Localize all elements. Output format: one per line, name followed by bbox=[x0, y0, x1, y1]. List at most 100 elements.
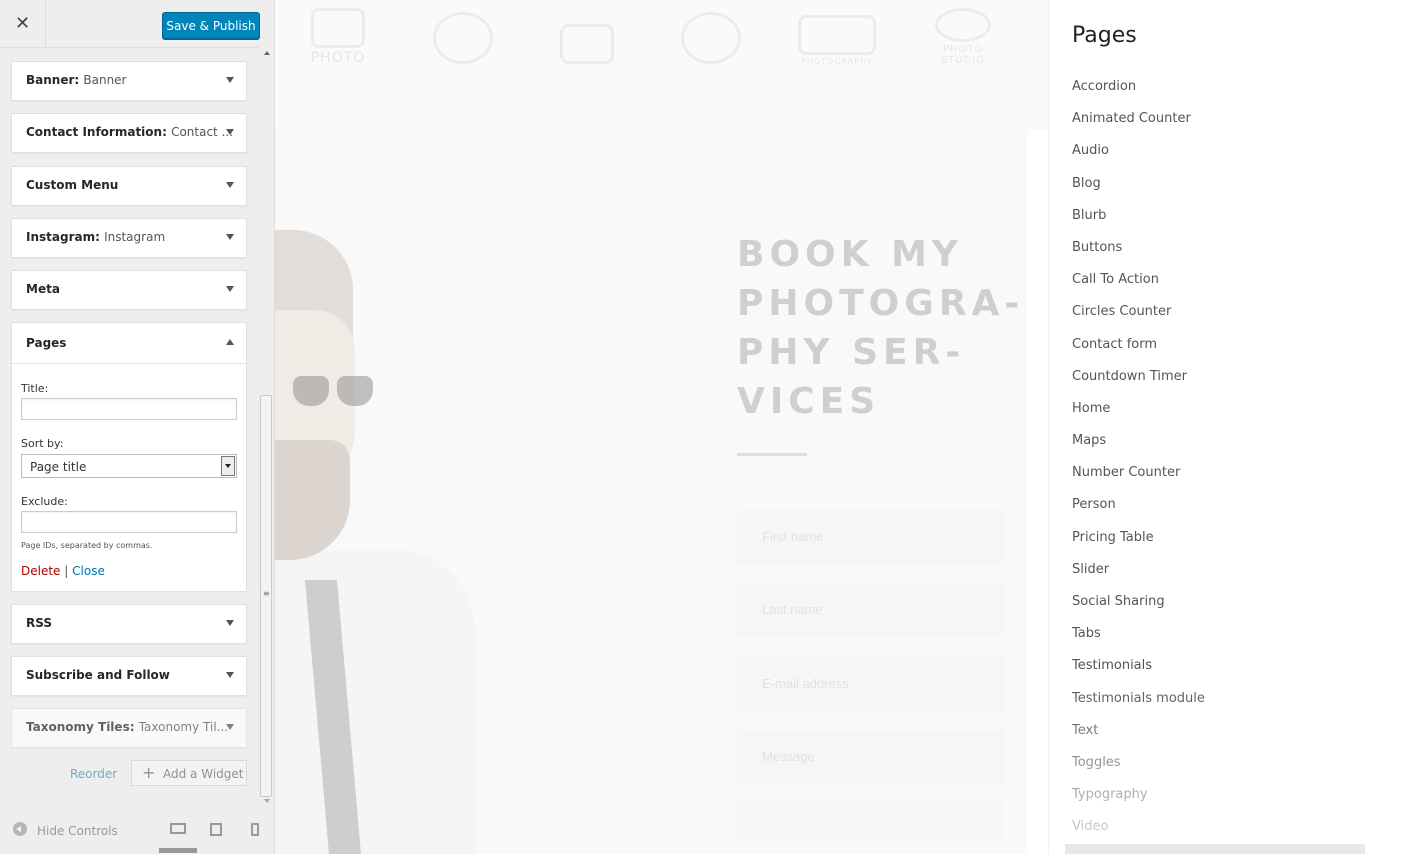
widget-name: Taxonomy Tiles bbox=[26, 720, 130, 734]
page-link[interactable]: Tabs bbox=[1072, 626, 1205, 658]
page-link[interactable]: Blog bbox=[1072, 176, 1205, 208]
page-link[interactable]: Toggles bbox=[1072, 755, 1205, 787]
widget-pages-header[interactable]: Pages bbox=[12, 323, 246, 364]
chevron-down-icon[interactable] bbox=[226, 234, 234, 240]
page-link[interactable]: Testimonials module bbox=[1072, 691, 1205, 723]
page-link[interactable]: Testimonials bbox=[1072, 658, 1205, 690]
scroll-up-arrow-icon[interactable] bbox=[264, 51, 270, 55]
client-logo: PHOTOGRAPHY bbox=[797, 0, 877, 66]
chevron-down-icon[interactable] bbox=[226, 724, 234, 730]
close-link[interactable]: Close bbox=[72, 564, 105, 578]
page-link[interactable]: Countdown Timer bbox=[1072, 369, 1205, 401]
page-link[interactable]: Call To Action bbox=[1072, 272, 1205, 304]
collapse-arrow-icon[interactable] bbox=[13, 822, 27, 836]
camera-icon bbox=[798, 15, 876, 55]
chevron-down-icon[interactable] bbox=[226, 182, 234, 188]
client-logo bbox=[547, 0, 627, 66]
email-placeholder: E-mail address bbox=[762, 676, 849, 691]
message-placeholder: Message bbox=[762, 749, 815, 764]
chevron-down-icon[interactable] bbox=[226, 77, 234, 83]
message-field[interactable]: Message bbox=[737, 730, 1005, 784]
desktop-preview-icon[interactable] bbox=[170, 823, 186, 834]
widget-name: Custom Menu bbox=[26, 178, 119, 192]
page-link[interactable]: Pricing Table bbox=[1072, 530, 1205, 562]
page-link[interactable]: Home bbox=[1072, 401, 1205, 433]
delete-link[interactable]: Delete bbox=[21, 564, 60, 578]
widget-name: Contact Information bbox=[26, 125, 163, 139]
sunglasses bbox=[293, 376, 373, 414]
save-publish-button[interactable]: Save & Publish bbox=[162, 12, 260, 39]
add-widget-button[interactable]: + Add a Widget bbox=[131, 760, 247, 786]
camera-icon bbox=[433, 12, 493, 64]
exclude-help-text: Page IDs, separated by commas. bbox=[21, 541, 153, 550]
last-name-placeholder: Last name bbox=[762, 602, 823, 617]
exclude-input[interactable] bbox=[21, 511, 237, 533]
page-link[interactable]: Social Sharing bbox=[1072, 594, 1205, 626]
widget-subtitle: Contact ... bbox=[171, 125, 234, 139]
last-name-field[interactable]: Last name bbox=[737, 583, 1005, 637]
sortby-value: Page title bbox=[30, 460, 87, 474]
widget-name: RSS bbox=[26, 616, 52, 630]
email-field[interactable]: E-mail address bbox=[737, 657, 1005, 711]
page-link[interactable]: Contact form bbox=[1072, 337, 1205, 369]
booking-heading: BOOK MY PHOTOGRA-PHY SER-VICES bbox=[737, 234, 1025, 422]
page-link[interactable]: Person bbox=[1072, 497, 1205, 529]
mobile-preview-icon[interactable] bbox=[251, 823, 259, 836]
page-link[interactable]: Animated Counter bbox=[1072, 111, 1205, 143]
widget-contact-information[interactable]: Contact Information: Contact ... bbox=[11, 113, 247, 153]
client-logo bbox=[671, 0, 751, 66]
widget-rss[interactable]: RSS bbox=[11, 604, 247, 644]
page-link[interactable]: Slider bbox=[1072, 562, 1205, 594]
camera-icon bbox=[935, 8, 991, 42]
pages-sidebar-widget: Pages Accordion Animated Counter Audio B… bbox=[1048, 0, 1419, 854]
page-link[interactable]: Buttons bbox=[1072, 240, 1205, 272]
dropdown-arrow-icon[interactable] bbox=[221, 456, 235, 476]
separator: | bbox=[64, 564, 69, 578]
widget-instagram[interactable]: Instagram: Instagram bbox=[11, 218, 247, 258]
sortby-select[interactable]: Page title bbox=[21, 454, 237, 478]
widget-name: Pages bbox=[26, 336, 67, 350]
heading-divider bbox=[737, 453, 807, 456]
page-link[interactable]: Typography bbox=[1072, 787, 1205, 819]
widget-meta[interactable]: Meta bbox=[11, 270, 247, 310]
client-logos-strip: PHOTO PHOTOGRAPHY PHOTO STUDIO bbox=[275, 0, 1048, 130]
chevron-down-icon[interactable] bbox=[226, 286, 234, 292]
close-icon: ✕ bbox=[14, 13, 31, 34]
widget-custom-menu[interactable]: Custom Menu bbox=[11, 166, 247, 206]
customizer-header: ✕ Save & Publish bbox=[0, 0, 274, 48]
widget-banner[interactable]: Banner: Banner bbox=[11, 61, 247, 101]
hide-controls-button[interactable]: Hide Controls bbox=[37, 824, 118, 838]
page-link[interactable]: Circles Counter bbox=[1072, 304, 1205, 336]
add-widget-label: Add a Widget bbox=[163, 767, 244, 781]
page-link[interactable]: Number Counter bbox=[1072, 465, 1205, 497]
page-link[interactable]: Accordion bbox=[1072, 79, 1205, 111]
scroll-down-arrow-icon[interactable] bbox=[264, 799, 270, 803]
page-link[interactable]: Blurb bbox=[1072, 208, 1205, 240]
chevron-down-icon[interactable] bbox=[226, 620, 234, 626]
title-input[interactable] bbox=[21, 398, 237, 420]
widget-taxonomy-tiles[interactable]: Taxonomy Tiles: Taxonomy Til... bbox=[11, 708, 247, 748]
widget-subtitle: Taxonomy Til... bbox=[138, 720, 229, 734]
chevron-up-icon[interactable] bbox=[226, 339, 234, 345]
customizer-panel: ✕ Save & Publish ≡ Banner: Banner Contac… bbox=[0, 0, 275, 854]
tablet-preview-icon[interactable] bbox=[210, 823, 222, 836]
chevron-down-icon[interactable] bbox=[226, 129, 234, 135]
chevron-down-icon[interactable] bbox=[226, 672, 234, 678]
client-logo: PHOTO bbox=[298, 0, 378, 66]
sortby-label: Sort by: bbox=[21, 437, 64, 450]
widget-subtitle: Instagram bbox=[104, 230, 166, 244]
page-link[interactable]: Text bbox=[1072, 723, 1205, 755]
scrollbar-thumb[interactable]: ≡ bbox=[260, 395, 272, 797]
widget-name: Meta bbox=[26, 282, 60, 296]
site-preview: PHOTO PHOTOGRAPHY PHOTO STUDIO BOOK MY P… bbox=[275, 0, 1419, 854]
reorder-link[interactable]: Reorder bbox=[70, 767, 117, 781]
first-name-field[interactable]: First name bbox=[737, 510, 1005, 564]
plus-icon: + bbox=[142, 763, 156, 782]
widget-pages-expanded: Pages Title: Sort by: Page title Exclude… bbox=[11, 322, 247, 592]
page-link[interactable]: Maps bbox=[1072, 433, 1205, 465]
page-link[interactable]: Audio bbox=[1072, 143, 1205, 175]
close-customizer-button[interactable]: ✕ bbox=[0, 0, 46, 47]
form-submit-area[interactable] bbox=[737, 795, 1005, 840]
widget-subscribe-follow[interactable]: Subscribe and Follow bbox=[11, 656, 247, 696]
pages-list: Accordion Animated Counter Audio Blog Bl… bbox=[1072, 79, 1205, 852]
